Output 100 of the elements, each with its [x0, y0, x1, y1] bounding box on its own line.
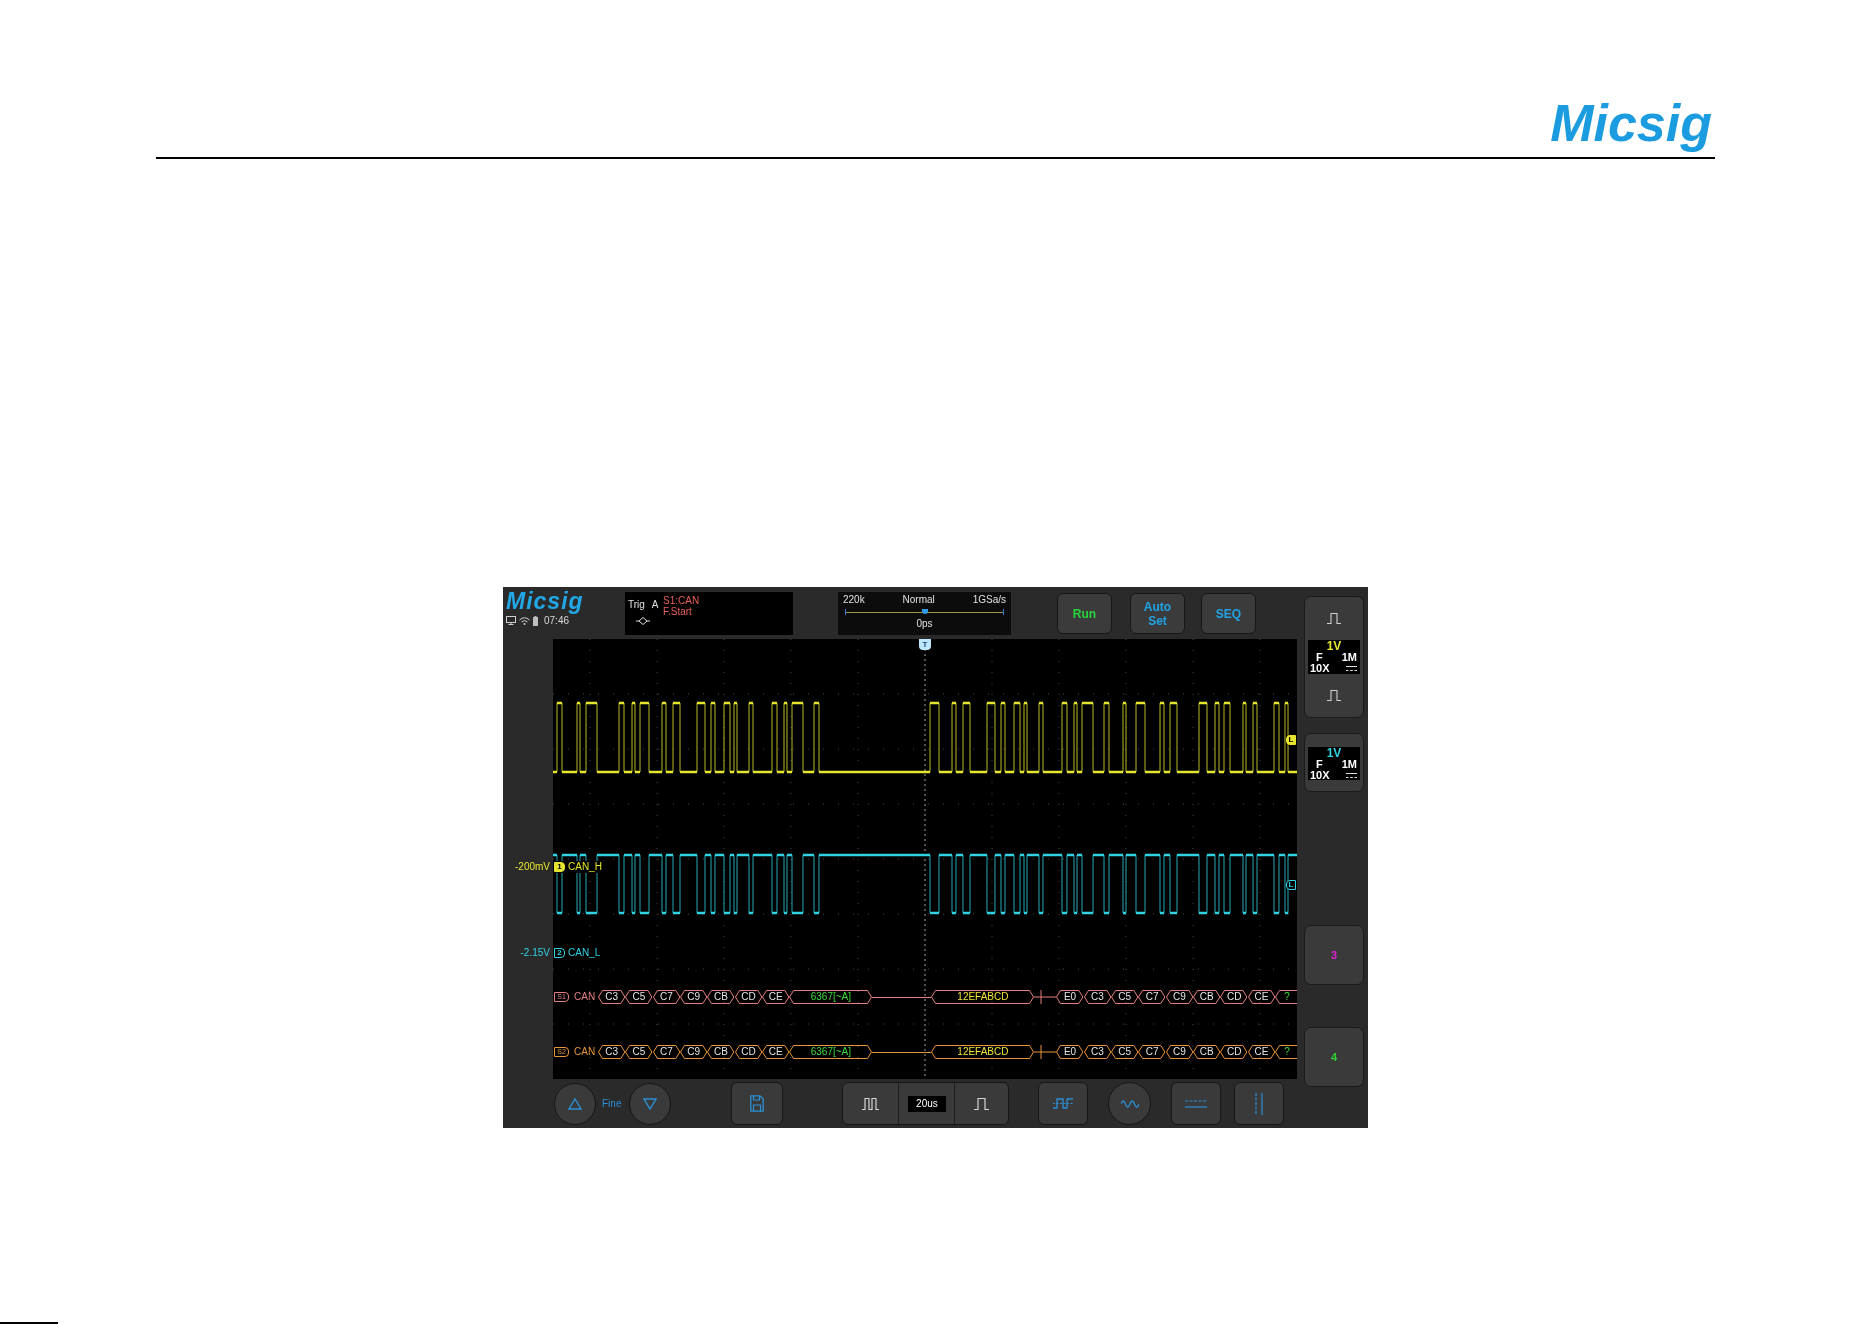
toolbar-button[interactable]: SEQ — [1201, 593, 1256, 634]
decode-frame: E0 — [1056, 1045, 1084, 1059]
channel-card[interactable]: 1V F 1M 10X — [1304, 733, 1364, 792]
decode-frame: C3 — [598, 1045, 626, 1059]
bus-tick-mark-icon — [1034, 1045, 1057, 1059]
decode-frame: CE — [762, 990, 790, 1004]
decode-frame: C5 — [1111, 1045, 1139, 1059]
horizontal-lines-icon — [1185, 1099, 1208, 1108]
vertical-cursor-button[interactable] — [1234, 1082, 1285, 1125]
decode-frame: CB — [1193, 990, 1221, 1004]
decode-frame: C7 — [652, 1045, 681, 1059]
monitor-icon — [506, 616, 516, 625]
triangle-up-icon — [568, 1097, 582, 1110]
trigger-marker[interactable]: T — [919, 639, 931, 650]
channel-probe: 10X — [1310, 770, 1330, 781]
trigger-source: A — [651, 599, 659, 611]
trigger-edge-icon — [636, 617, 650, 625]
scale-down-button[interactable] — [629, 1082, 672, 1125]
brand-logo: Micsig — [1550, 93, 1712, 153]
pulse-icon — [974, 1097, 990, 1110]
dc-coupling-icon — [1346, 773, 1357, 778]
bus-name: CAN — [574, 991, 597, 1003]
bus-tick-mark-icon — [1034, 990, 1057, 1004]
decode-frame: C9 — [680, 1045, 708, 1059]
decode-frame: C5 — [625, 990, 653, 1004]
decode-frame: C3 — [598, 990, 626, 1004]
dc-coupling-icon — [1346, 666, 1357, 671]
acquisition-mode: Normal — [902, 594, 935, 606]
channel-marker[interactable]: 2 — [554, 948, 565, 958]
wifi-icon — [519, 616, 530, 625]
level-marker[interactable]: L — [1286, 880, 1296, 890]
decode-frame: CD — [1220, 1045, 1248, 1059]
decode-frame: C5 — [625, 1045, 653, 1059]
horizontal-cursor-button[interactable] — [1171, 1082, 1222, 1125]
decode-frame: 12EFABCD — [931, 990, 1035, 1004]
position-slider[interactable] — [845, 609, 1004, 615]
decode-frame: 12EFABCD — [931, 1045, 1035, 1059]
channel-name: CAN_L — [567, 947, 602, 959]
pulse-icon — [1327, 613, 1341, 624]
decode-frame: CD — [734, 1045, 763, 1059]
trigger-type: S1:CAN — [663, 595, 700, 606]
channel-scale: 1V — [1326, 747, 1342, 759]
save-button[interactable] — [731, 1082, 784, 1125]
trigger-label: Trig — [628, 599, 645, 611]
half-level-button[interactable] — [1038, 1082, 1089, 1125]
frequency-button[interactable] — [1108, 1082, 1152, 1125]
decode-frame: ? — [1275, 990, 1297, 1004]
channel-bandwidth: F — [1316, 759, 1323, 770]
pulse-icon — [1327, 690, 1341, 701]
sample-rate: 1GSa/s — [972, 594, 1006, 606]
channel-bandwidth: F — [1316, 652, 1323, 663]
vertical-lines-icon — [1255, 1092, 1264, 1115]
bus-idle-line — [872, 1051, 932, 1053]
bus-idle-line — [872, 996, 932, 998]
decode-frame: 6367[~A] — [789, 1045, 873, 1059]
decode-frame: C9 — [1165, 1045, 1194, 1059]
toolbar-button[interactable]: Run — [1057, 593, 1112, 634]
triangle-down-icon — [643, 1097, 658, 1110]
acquisition-panel[interactable]: 220k Normal 1GSa/s 0ps — [838, 592, 1011, 635]
offset-label: -2.15V — [520, 947, 550, 959]
channel-marker[interactable]: 1 — [554, 862, 565, 872]
trigger-condition: F.Start — [663, 606, 693, 617]
position-reading: 0ps — [916, 618, 933, 630]
decode-frame: CB — [707, 990, 735, 1004]
decode-frame: CB — [707, 1045, 735, 1059]
decode-frame: C5 — [1111, 990, 1139, 1004]
channel-name: CAN_H — [567, 861, 603, 873]
channel-scale: 1V — [1326, 640, 1342, 652]
bus-name: CAN — [574, 1046, 597, 1058]
save-icon — [750, 1095, 765, 1112]
sine-wave-icon — [1120, 1098, 1139, 1109]
decode-frame: CE — [1247, 1045, 1276, 1059]
decode-frame: CD — [1220, 990, 1248, 1004]
decode-frame: C7 — [1138, 1045, 1166, 1059]
battery-icon — [533, 615, 538, 626]
channel-impedance: 1M — [1341, 652, 1357, 663]
scale-up-button[interactable] — [554, 1082, 596, 1125]
toolbar-button[interactable]: Auto Set — [1130, 593, 1185, 634]
fine-label: Fine — [602, 1097, 622, 1110]
pulse-train-icon — [862, 1097, 880, 1110]
channel-probe: 10X — [1310, 663, 1330, 674]
timebase-readout: 20us — [907, 1095, 946, 1112]
decode-frame: CE — [762, 1045, 790, 1059]
decode-frame: C3 — [1083, 990, 1112, 1004]
channel-card[interactable]: 1V F 1M 10X — [1304, 596, 1364, 718]
channel-impedance: 1M — [1341, 759, 1357, 770]
decode-frame: C9 — [680, 990, 708, 1004]
decode-frame: 6367[~A] — [789, 990, 873, 1004]
level-marker[interactable]: L — [1286, 735, 1296, 745]
slider-thumb[interactable] — [921, 609, 928, 614]
decode-frame: C3 — [1083, 1045, 1112, 1059]
decode-frame: CE — [1247, 990, 1276, 1004]
half-level-icon — [1053, 1098, 1074, 1109]
decode-frame: E0 — [1056, 990, 1084, 1004]
decode-frame: CB — [1193, 1045, 1221, 1059]
decode-frame: ? — [1275, 1045, 1297, 1059]
memory-depth: 220k — [843, 594, 865, 606]
scope-logo: Micsig — [506, 589, 585, 613]
decode-frame: C9 — [1165, 990, 1194, 1004]
channel-button[interactable]: 4 — [1304, 1027, 1364, 1087]
